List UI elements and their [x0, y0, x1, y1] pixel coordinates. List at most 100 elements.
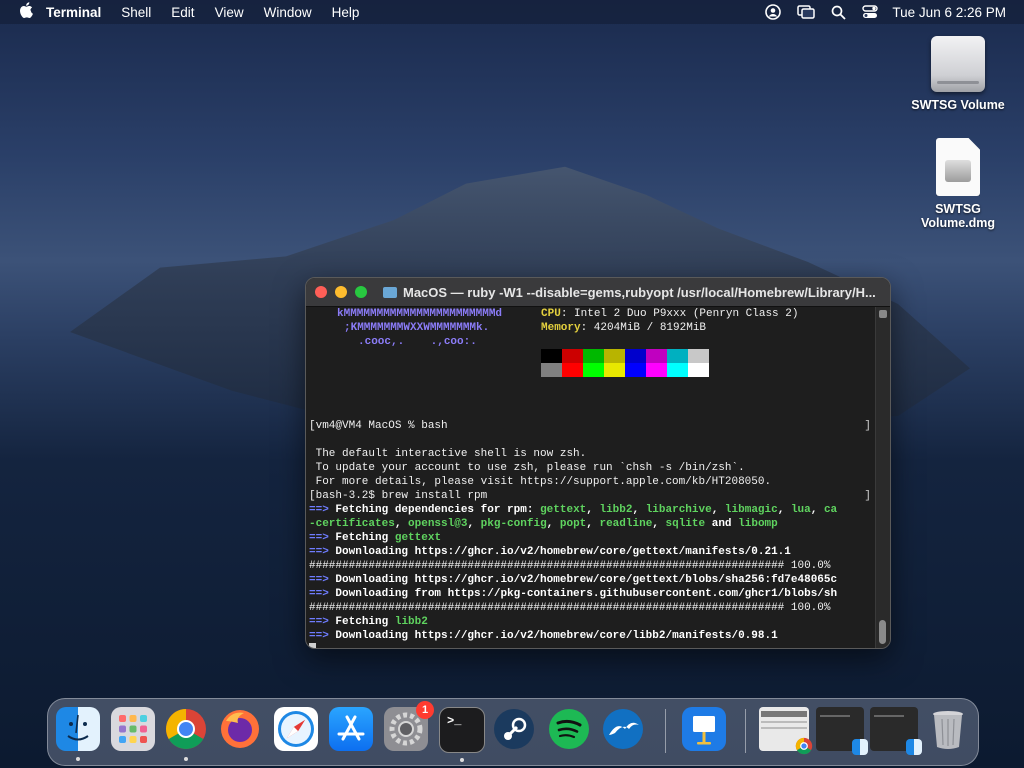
output-line: For more details, please visit https://s…	[309, 476, 772, 488]
minimize-button[interactable]	[335, 286, 347, 298]
terminal-scrollbar[interactable]	[875, 307, 890, 648]
notification-badge: 1	[416, 701, 434, 719]
firefox-icon	[221, 710, 259, 748]
dock-separator	[745, 709, 746, 753]
dock-safari[interactable]	[274, 707, 318, 751]
deps-and: and	[711, 518, 732, 530]
control-center-icon[interactable]	[862, 5, 879, 19]
menu-bar: Terminal Shell Edit View Window Help Tue…	[0, 0, 1024, 24]
memory-value: : 4204MiB / 8192MiB	[580, 322, 707, 334]
finder-badge-icon	[852, 739, 868, 755]
window-thumbnail-line	[761, 721, 807, 723]
prompt-line: [bash-3.2$ brew install rpm	[309, 490, 488, 502]
dependency-name: openssl@3	[408, 518, 468, 530]
dock-spotify[interactable]	[547, 707, 591, 751]
window-thumbnail-line	[820, 715, 850, 717]
dependency-name: -certificates	[309, 518, 395, 530]
dock-finder[interactable]	[56, 707, 100, 761]
package-name: libb2	[394, 616, 428, 628]
arrow-marker: ==>	[309, 546, 329, 558]
download-line: Downloading https://ghcr.io/v2/homebrew/…	[328, 546, 791, 558]
terminal-titlebar[interactable]: MacOS — ruby -W1 --disable=gems,rubyopt …	[306, 278, 890, 307]
menu-terminal[interactable]: Terminal	[46, 5, 101, 20]
user-icon[interactable]	[765, 4, 782, 20]
neofetch-art-line: kMMMMMMMMMMMMMMMMMMMMMMMd	[337, 308, 503, 320]
dock: 1 >_	[47, 698, 979, 766]
menu-view[interactable]: View	[215, 5, 244, 20]
cpu-key: CPU	[541, 308, 561, 320]
trash-icon	[933, 711, 963, 749]
dock-system-preferences[interactable]: 1	[384, 701, 434, 751]
download-line: Downloading https://ghcr.io/v2/homebrew/…	[328, 630, 778, 642]
progress-line: ########################################…	[309, 602, 831, 614]
dock-trash[interactable]	[928, 707, 968, 751]
color-swatch	[646, 363, 667, 377]
cpu-value: : Intel 2 Duo P9xxx (Penryn Class 2)	[560, 308, 799, 320]
desktop-volume[interactable]: SWTSG Volume	[903, 36, 1013, 112]
menu-shell[interactable]: Shell	[121, 5, 151, 20]
zoom-button[interactable]	[355, 286, 367, 298]
menu-window[interactable]: Window	[264, 5, 312, 20]
dock-firefox[interactable]	[218, 707, 262, 751]
folder-icon	[383, 286, 397, 298]
dock-steam[interactable]	[492, 707, 536, 751]
color-swatch	[583, 363, 604, 377]
running-indicator	[460, 758, 464, 762]
dock-separator	[665, 709, 666, 753]
close-button[interactable]	[315, 286, 327, 298]
output-line: To update your account to use zsh, pleas…	[309, 462, 745, 474]
hard-drive-icon	[931, 36, 985, 92]
menu-bar-clock[interactable]: Tue Jun 6 2:26 PM	[892, 5, 1006, 20]
arrow-marker: ==>	[309, 532, 329, 544]
chrome-icon	[166, 709, 206, 749]
disk-image-icon	[936, 138, 980, 196]
dock-terminal[interactable]: >_	[439, 707, 485, 762]
bracket: ]	[864, 490, 871, 502]
arrow-marker: ==>	[309, 504, 329, 516]
dock-keynote[interactable]	[682, 707, 726, 751]
dock-minimized-window-finder-1[interactable]	[816, 707, 868, 755]
chrome-badge-icon	[795, 737, 813, 755]
color-swatch	[604, 349, 625, 363]
fetching-label: Fetching	[328, 532, 389, 544]
menu-edit[interactable]: Edit	[171, 5, 194, 20]
apple-menu-icon[interactable]	[18, 2, 34, 22]
dependency-name: libarchive	[645, 504, 712, 516]
running-indicator	[76, 757, 80, 761]
arrow-marker: ==>	[309, 616, 329, 628]
dependency-name: popt	[559, 518, 587, 530]
scroll-up-icon[interactable]	[879, 310, 887, 318]
download-line: Downloading from https://pkg-containers.…	[328, 588, 838, 600]
arrow-marker: ==>	[309, 574, 329, 586]
menu-help[interactable]: Help	[332, 5, 360, 20]
dependency-name: readline	[599, 518, 653, 530]
screen-mirroring-icon[interactable]	[797, 5, 816, 19]
dock-app-store[interactable]	[329, 707, 373, 751]
terminal-window[interactable]: MacOS — ruby -W1 --disable=gems,rubyopt …	[305, 277, 891, 649]
openoffice-icon	[603, 709, 643, 749]
dock-minimized-window-chrome[interactable]	[759, 707, 813, 755]
scrollbar-thumb[interactable]	[879, 620, 886, 644]
dependency-name: lua	[790, 504, 811, 516]
safari-icon	[278, 711, 314, 747]
dock-openoffice[interactable]	[601, 707, 645, 751]
desktop-dmg-label-line1: SWTSG	[935, 202, 981, 216]
search-icon[interactable]	[831, 5, 847, 20]
color-swatch	[667, 349, 688, 363]
color-swatch	[625, 363, 646, 377]
terminal-output[interactable]: kMMMMMMMMMMMMMMMMMMMMMMMd CPU: Intel 2 Du…	[306, 307, 876, 648]
neofetch-art-line: ;KMMMMMMMWXXWMMMMMMMk.	[344, 322, 490, 334]
dock-chrome[interactable]	[164, 707, 208, 761]
color-swatch	[688, 349, 709, 363]
color-swatch	[604, 363, 625, 377]
dock-launchpad[interactable]	[111, 707, 155, 751]
dependency-name: libomp	[738, 518, 778, 530]
dock-minimized-window-finder-2[interactable]	[870, 707, 922, 755]
window-thumbnail-line	[874, 715, 904, 717]
arrow-marker: ==>	[309, 588, 329, 600]
color-swatch	[667, 363, 688, 377]
desktop-dmg-file[interactable]: SWTSG Volume.dmg	[903, 138, 1013, 230]
dependency-name: gettext	[540, 504, 587, 516]
color-swatch	[541, 363, 562, 377]
color-palette	[541, 349, 709, 377]
